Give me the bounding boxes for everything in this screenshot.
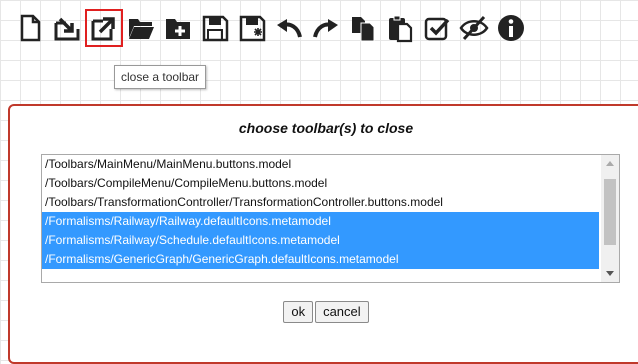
paste-icon: [389, 15, 413, 43]
undo-button[interactable]: [271, 10, 307, 46]
load-toolbar-icon: [54, 17, 80, 41]
close-toolbar-dialog: choose toolbar(s) to close /Toolbars/Mai…: [8, 104, 638, 364]
tooltip: close a toolbar: [114, 65, 207, 89]
scroll-up-icon[interactable]: [606, 161, 614, 166]
open-folder-icon: [129, 19, 154, 39]
hide-button[interactable]: [456, 10, 492, 46]
add-folder-button[interactable]: [160, 10, 196, 46]
add-folder-icon: [166, 19, 190, 39]
save-button[interactable]: [197, 10, 233, 46]
listbox-scrollbar[interactable]: [601, 155, 619, 282]
list-item-selected[interactable]: /Formalisms/Railway/Schedule.defaultIcon…: [42, 231, 599, 250]
list-item[interactable]: /Toolbars/CompileMenu/CompileMenu.button…: [42, 174, 599, 193]
dialog-buttons: ok cancel: [10, 301, 638, 323]
open-folder-button[interactable]: [123, 10, 159, 46]
save-as-button[interactable]: [234, 10, 270, 46]
save-as-icon: [239, 15, 266, 42]
validate-button[interactable]: [419, 10, 455, 46]
cancel-button[interactable]: cancel: [315, 301, 369, 323]
list-item[interactable]: /Toolbars/MainMenu/MainMenu.buttons.mode…: [42, 155, 599, 174]
dialog-title: choose toolbar(s) to close: [238, 120, 414, 136]
validate-icon: [424, 17, 450, 41]
close-toolbar-icon: [91, 17, 115, 41]
list-item-selected[interactable]: /Formalisms/Railway/Railway.defaultIcons…: [42, 212, 599, 231]
save-icon: [202, 15, 229, 42]
new-file-icon: [20, 14, 41, 42]
list-item[interactable]: /Toolbars/TransformationController/Trans…: [42, 193, 599, 212]
info-button[interactable]: [493, 10, 529, 46]
close-toolbar-button[interactable]: [85, 9, 123, 47]
info-icon: [498, 15, 524, 41]
copy-button[interactable]: [345, 10, 381, 46]
toolbar: [12, 8, 638, 48]
redo-button[interactable]: [308, 10, 344, 46]
scroll-thumb[interactable]: [604, 179, 616, 245]
paste-button[interactable]: [382, 10, 418, 46]
load-toolbar-button[interactable]: [49, 10, 85, 46]
hide-icon: [459, 15, 489, 41]
copy-icon: [352, 17, 375, 42]
list-item-selected[interactable]: /Formalisms/GenericGraph/GenericGraph.de…: [42, 250, 599, 269]
undo-icon: [277, 19, 302, 38]
new-file-button[interactable]: [12, 10, 48, 46]
toolbar-listbox[interactable]: /Toolbars/MainMenu/MainMenu.buttons.mode…: [41, 154, 620, 283]
scroll-down-icon[interactable]: [606, 271, 614, 276]
ok-button[interactable]: ok: [283, 301, 314, 323]
redo-icon: [313, 19, 338, 38]
